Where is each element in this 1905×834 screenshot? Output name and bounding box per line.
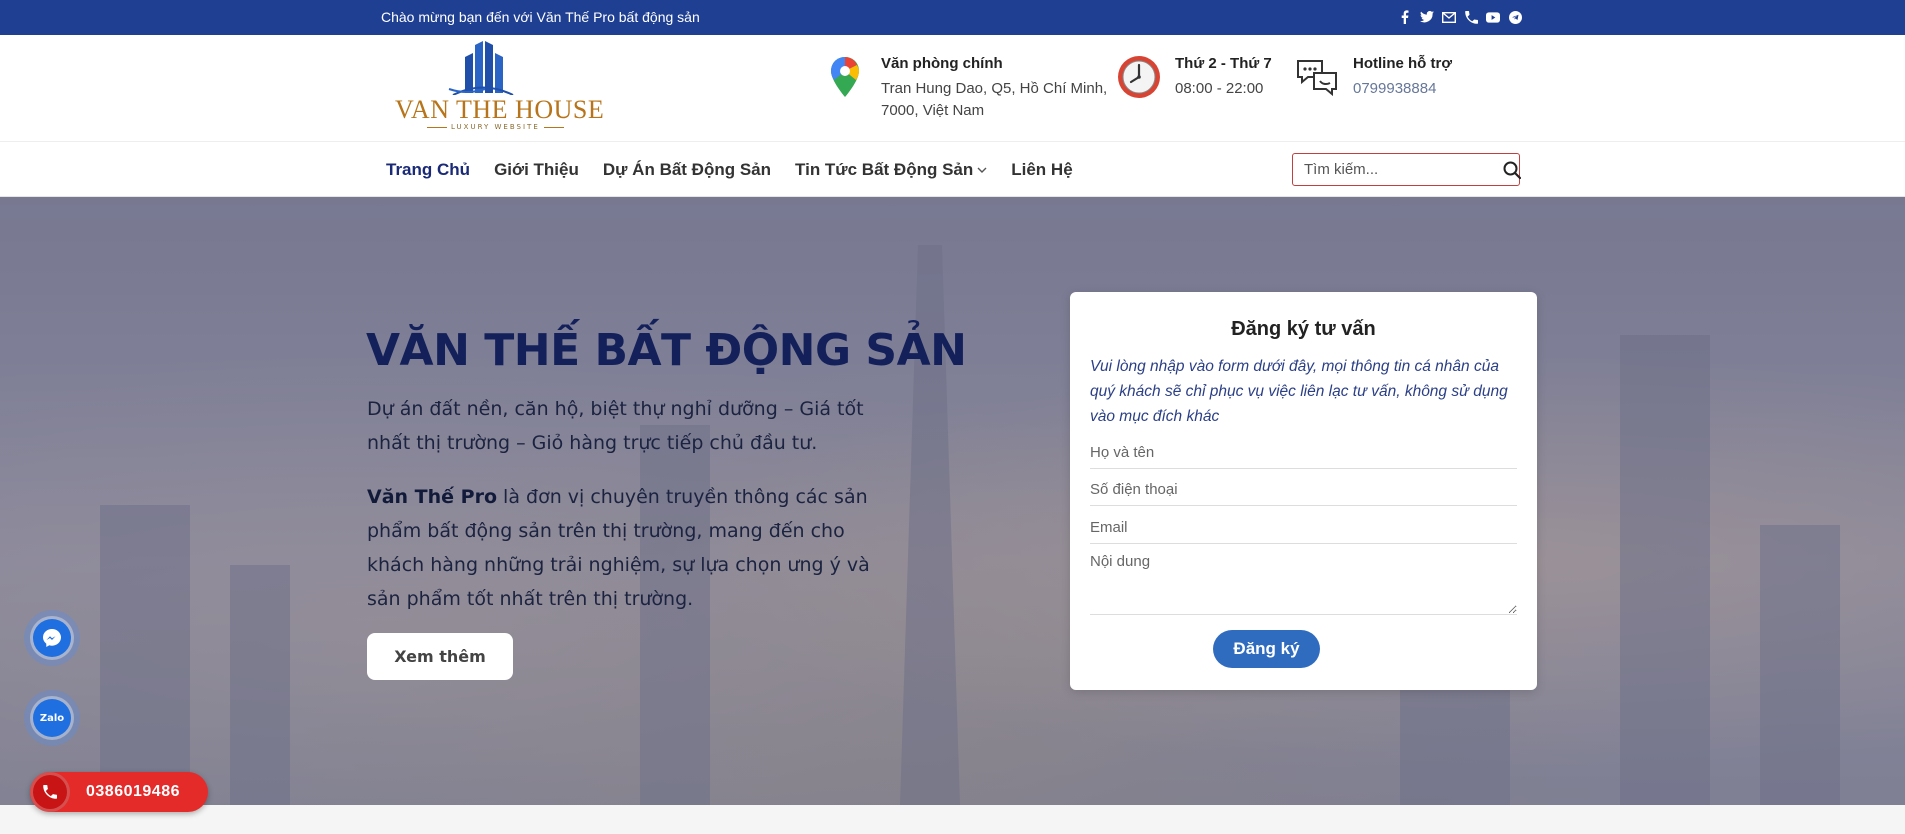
hotline-number[interactable]: 0799938884 xyxy=(1353,78,1452,100)
support-chat-icon xyxy=(1297,60,1337,97)
facebook-icon[interactable] xyxy=(1398,9,1412,25)
read-more-button[interactable]: Xem thêm xyxy=(367,633,513,680)
top-bar: Chào mừng bạn đến với Văn Thế Pro bất độ… xyxy=(0,0,1905,35)
register-button[interactable]: Đăng ký xyxy=(1213,630,1320,668)
buildings-logo-icon xyxy=(448,41,514,95)
office-address-line1: Tran Hung Dao, Q5, Hồ Chí Minh, xyxy=(881,80,1108,97)
site-logo[interactable]: VAN THE HOUSE LUXURY WEBSITE xyxy=(393,39,604,131)
hero-section: VĂN THẾ BẤT ĐỘNG SẢN Dự án đất nền, căn … xyxy=(0,197,1905,805)
logo-brand-text: VAN THE HOUSE xyxy=(395,95,605,124)
consult-form-card: Đăng ký tư vấn Vui lòng nhập vào form dư… xyxy=(1070,292,1537,690)
nav-item-contact[interactable]: Liên Hệ xyxy=(1011,160,1072,180)
page-bottom-strip xyxy=(0,805,1905,834)
zalo-button[interactable]: Zalo xyxy=(24,690,80,746)
hotline-info: Hotline hỗ trợ 0799938884 xyxy=(1295,55,1452,100)
hero-description: Văn Thế Pro là đơn vị chuyên truyền thôn… xyxy=(367,480,887,616)
search-button[interactable] xyxy=(1503,154,1521,185)
search-input[interactable] xyxy=(1293,154,1503,185)
hero-title: VĂN THẾ BẤT ĐỘNG SẢN xyxy=(366,325,967,376)
office-title: Văn phòng chính xyxy=(881,55,1003,72)
office-info: Văn phòng chính Tran Hung Dao, Q5, Hồ Ch… xyxy=(823,55,1107,122)
welcome-text: Chào mừng bạn đến với Văn Thế Pro bất độ… xyxy=(381,9,700,25)
site-header: VAN THE HOUSE LUXURY WEBSITE Văn phòng c… xyxy=(0,35,1905,142)
twitter-icon[interactable] xyxy=(1420,9,1434,25)
telegram-icon[interactable] xyxy=(1508,9,1522,25)
hours-info: Thứ 2 - Thứ 7 08:00 - 22:00 xyxy=(1117,55,1272,100)
content-field[interactable] xyxy=(1090,547,1517,615)
zalo-label: Zalo xyxy=(39,712,65,724)
social-links xyxy=(1398,9,1522,25)
hero-lead: Dự án đất nền, căn hộ, biệt thự nghỉ dưỡ… xyxy=(367,398,864,454)
phone-icon xyxy=(43,785,57,799)
email-field[interactable] xyxy=(1090,512,1517,544)
main-navigation: Trang Chủ Giới Thiệu Dự Án Bất Động Sản … xyxy=(0,142,1905,197)
nav-item-projects[interactable]: Dự Án Bất Động Sản xyxy=(603,160,771,180)
nav-item-about[interactable]: Giới Thiệu xyxy=(494,160,579,180)
form-title: Đăng ký tư vấn xyxy=(1231,318,1376,340)
clock-icon xyxy=(1118,56,1160,98)
messenger-icon xyxy=(43,629,61,647)
logo-tagline: LUXURY WEBSITE xyxy=(423,123,568,131)
hotline-title: Hotline hỗ trợ xyxy=(1353,55,1452,72)
nav-item-news[interactable]: Tin Tức Bất Động Sản xyxy=(795,160,987,180)
youtube-icon[interactable] xyxy=(1486,9,1500,25)
search-box xyxy=(1292,153,1521,186)
hero-brand-strong: Văn Thế Pro xyxy=(367,486,498,508)
form-note: Vui lòng nhập vào form dưới đây, mọi thô… xyxy=(1090,358,1508,425)
nav-item-home[interactable]: Trang Chủ xyxy=(386,160,470,180)
office-address-line2: 7000, Việt Nam xyxy=(881,102,985,119)
hours-title: Thứ 2 - Thứ 7 xyxy=(1175,55,1272,72)
hero-overlay xyxy=(0,197,1905,805)
phone-field[interactable] xyxy=(1090,474,1517,506)
chevron-down-icon xyxy=(977,167,987,173)
name-field[interactable] xyxy=(1090,437,1517,469)
email-icon[interactable] xyxy=(1442,9,1456,25)
hours-time: 08:00 - 22:00 xyxy=(1175,80,1264,97)
phone-icon[interactable] xyxy=(1464,9,1478,25)
call-phone-number: 0386019486 xyxy=(86,783,180,800)
messenger-button[interactable] xyxy=(24,610,80,666)
search-icon xyxy=(1503,161,1521,179)
map-pin-icon xyxy=(831,57,859,97)
call-now-button[interactable]: 0386019486 xyxy=(30,772,208,812)
